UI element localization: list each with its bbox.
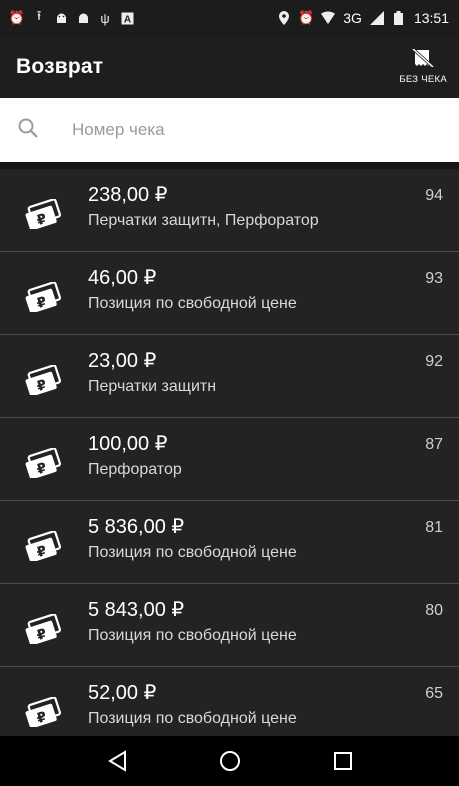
receipt-text: 100,00 ₽ Перфоратор bbox=[88, 431, 459, 481]
divider bbox=[0, 162, 459, 169]
home-icon[interactable] bbox=[210, 741, 250, 781]
receipt-number: 80 bbox=[425, 602, 443, 619]
receipt-amount: 46,00 ₽ bbox=[88, 267, 157, 289]
receipt-number: 81 bbox=[425, 519, 443, 536]
money-icon: ₽ bbox=[22, 696, 66, 729]
recents-icon[interactable] bbox=[323, 741, 363, 781]
navigation-bar bbox=[0, 736, 459, 786]
receipt-description: Позиция по свободной цене bbox=[88, 544, 297, 561]
receipt-number: 65 bbox=[425, 685, 443, 702]
receipt-amount: 5 843,00 ₽ bbox=[88, 599, 185, 621]
money-icon: ₽ bbox=[22, 198, 66, 231]
receipt-number: 94 bbox=[425, 187, 443, 204]
android-icon bbox=[54, 11, 68, 25]
money-icon: ₽ bbox=[22, 281, 66, 314]
clock: 13:51 bbox=[413, 10, 449, 26]
receipt-description: Перфоратор bbox=[88, 461, 182, 478]
location-icon bbox=[277, 11, 291, 25]
receipt-row[interactable]: ₽ 46,00 ₽ Позиция по свободной цене 93 bbox=[0, 252, 459, 335]
receipt-amount: 23,00 ₽ bbox=[88, 350, 157, 372]
receipt-number-input[interactable] bbox=[70, 119, 414, 141]
receipt-description: Перчатки защитн bbox=[88, 378, 217, 395]
no-receipt-icon bbox=[412, 47, 435, 72]
no-receipt-button[interactable]: БЕЗ ЧЕКА bbox=[399, 47, 447, 85]
receipt-list[interactable]: ₽ 238,00 ₽ Перчатки защитн, Перфоратор 9… bbox=[0, 169, 459, 736]
receipt-description: Позиция по свободной цене bbox=[88, 295, 297, 312]
receipt-row[interactable]: ₽ 5 836,00 ₽ Позиция по свободной цене 8… bbox=[0, 501, 459, 584]
receipt-amount: 238,00 ₽ bbox=[88, 184, 168, 206]
no-receipt-label: БЕЗ ЧЕКА bbox=[399, 74, 447, 85]
receipt-number: 92 bbox=[425, 353, 443, 370]
search-icon bbox=[18, 118, 38, 143]
network-type: 3G bbox=[343, 10, 362, 26]
status-bar: ⏰ ⭱ ψ A ⏰ 3G 13:51 bbox=[0, 0, 459, 36]
receipt-text: 5 836,00 ₽ Позиция по свободной цене bbox=[88, 514, 459, 564]
battery-icon bbox=[392, 11, 406, 25]
receipt-row[interactable]: ₽ 238,00 ₽ Перчатки защитн, Перфоратор 9… bbox=[0, 169, 459, 252]
receipt-amount: 52,00 ₽ bbox=[88, 682, 157, 704]
app-bar: Возврат БЕЗ ЧЕКА bbox=[0, 36, 459, 98]
receipt-row[interactable]: ₽ 100,00 ₽ Перфоратор 87 bbox=[0, 418, 459, 501]
receipt-number: 93 bbox=[425, 270, 443, 287]
alarm-icon: ⏰ bbox=[298, 10, 315, 25]
money-icon: ₽ bbox=[22, 447, 66, 480]
status-left-icons: ⏰ ⭱ ψ A bbox=[8, 8, 134, 26]
svg-text:A: A bbox=[123, 14, 130, 25]
usb-icon: ψ bbox=[100, 10, 110, 26]
signal-icon bbox=[369, 11, 384, 25]
receipt-description: Перчатки защитн, Перфоратор bbox=[88, 212, 319, 229]
android-icon bbox=[76, 11, 90, 25]
a-icon: A bbox=[120, 11, 134, 25]
receipt-text: 46,00 ₽ Позиция по свободной цене bbox=[88, 265, 459, 315]
money-icon: ₽ bbox=[22, 530, 66, 563]
receipt-amount: 100,00 ₽ bbox=[88, 433, 168, 455]
page-title: Возврат bbox=[16, 55, 104, 78]
receipt-text: 52,00 ₽ Позиция по свободной цене bbox=[88, 680, 459, 730]
receipt-row[interactable]: ₽ 5 843,00 ₽ Позиция по свободной цене 8… bbox=[0, 584, 459, 667]
receipt-amount: 5 836,00 ₽ bbox=[88, 516, 185, 538]
search-bar bbox=[0, 98, 459, 162]
wifi-icon bbox=[321, 11, 336, 25]
receipt-number: 87 bbox=[425, 436, 443, 453]
money-icon: ₽ bbox=[22, 613, 66, 646]
status-right-icons: ⏰ 3G 13:51 bbox=[277, 10, 449, 26]
receipt-description: Позиция по свободной цене bbox=[88, 710, 297, 727]
money-icon: ₽ bbox=[22, 364, 66, 397]
receipt-row[interactable]: ₽ 52,00 ₽ Позиция по свободной цене 65 bbox=[0, 667, 459, 736]
receipt-text: 23,00 ₽ Перчатки защитн bbox=[88, 348, 459, 398]
receipt-text: 238,00 ₽ Перчатки защитн, Перфоратор bbox=[88, 182, 459, 232]
receipt-row[interactable]: ₽ 23,00 ₽ Перчатки защитн 92 bbox=[0, 335, 459, 418]
back-icon[interactable] bbox=[97, 741, 137, 781]
receipt-text: 5 843,00 ₽ Позиция по свободной цене bbox=[88, 597, 459, 647]
alarm-icon: ⏰ bbox=[8, 10, 26, 25]
receipt-description: Позиция по свободной цене bbox=[88, 627, 297, 644]
upload-icon: ⭱ bbox=[36, 8, 42, 23]
